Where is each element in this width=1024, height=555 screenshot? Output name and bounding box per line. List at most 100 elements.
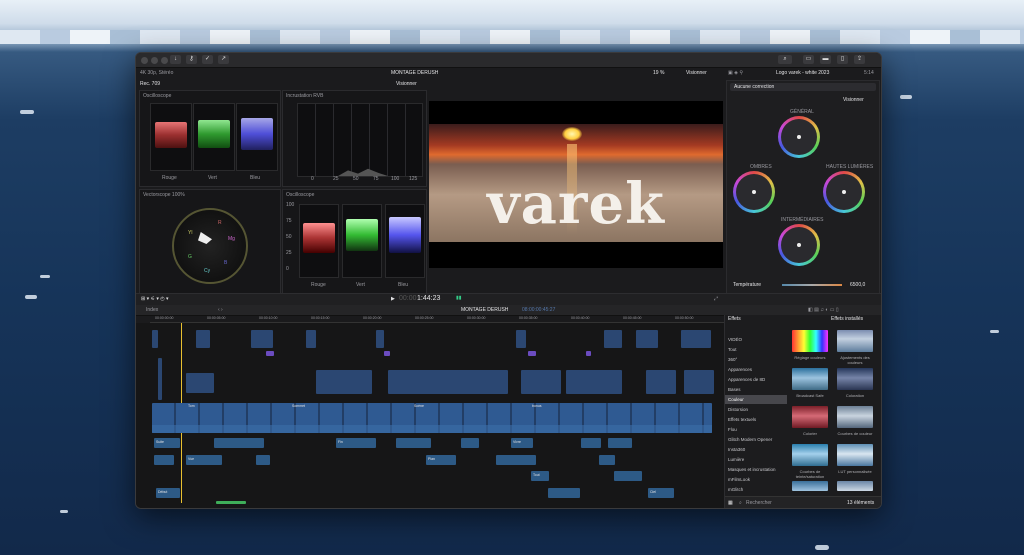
- connected-clip[interactable]: [251, 330, 273, 348]
- audio-clip[interactable]: [608, 438, 632, 448]
- connected-clip[interactable]: [604, 330, 622, 348]
- effect-category[interactable]: Effets textuels: [725, 415, 787, 424]
- effect-thumb[interactable]: [837, 444, 873, 466]
- timeline-tools-icons[interactable]: ◧ ▤ ♫ ◐ ▭ ▯: [808, 307, 839, 313]
- effect-category-selected[interactable]: Couleur: [725, 395, 787, 404]
- search-icon[interactable]: ⌕: [778, 55, 792, 64]
- audio-clip[interactable]: [599, 455, 615, 465]
- audio-clip[interactable]: Plan: [426, 455, 456, 465]
- effect-thumb[interactable]: [792, 368, 828, 390]
- connected-clip[interactable]: [152, 330, 158, 348]
- download-icon[interactable]: ↓: [170, 55, 181, 64]
- title-clip[interactable]: [384, 351, 390, 356]
- connected-clip[interactable]: [516, 330, 526, 348]
- timecode-display[interactable]: 1:44:23: [417, 295, 440, 302]
- effect-thumb[interactable]: [837, 481, 873, 491]
- effect-category[interactable]: Lumière: [725, 455, 787, 464]
- audio-clip[interactable]: [461, 438, 479, 448]
- correction-selector[interactable]: Aucune correction: [730, 83, 876, 91]
- audio-clip[interactable]: Vue: [186, 455, 222, 465]
- effect-thumb[interactable]: [837, 406, 873, 428]
- effect-category[interactable]: 360°: [725, 355, 787, 364]
- effect-category[interactable]: Glitch Modern Opener: [725, 435, 787, 444]
- effect-category[interactable]: VIDÉO: [725, 335, 787, 344]
- effect-category[interactable]: Distorsion: [725, 405, 787, 414]
- browser-toggle-icon[interactable]: ▭: [803, 55, 814, 64]
- back-forward-icons[interactable]: ‹ ›: [218, 307, 223, 313]
- effect-category[interactable]: Tout: [725, 345, 787, 354]
- effect-category[interactable]: mGlitch: [725, 485, 787, 494]
- share-export-icon[interactable]: ⇪: [854, 55, 865, 64]
- index-button[interactable]: Index: [146, 307, 158, 313]
- connected-clip[interactable]: [158, 358, 162, 400]
- audio-clip[interactable]: [548, 488, 580, 498]
- effect-category[interactable]: mFilmLook: [725, 475, 787, 484]
- timeline-ruler[interactable]: 00:00:00:00 00:00:05:00 00:00:10:00 00:0…: [150, 316, 724, 323]
- effect-thumb[interactable]: [837, 330, 873, 352]
- audio-clip[interactable]: [214, 438, 264, 448]
- audio-clip[interactable]: [581, 438, 601, 448]
- global-color-wheel[interactable]: [778, 116, 820, 158]
- music-clip[interactable]: [216, 501, 246, 504]
- effect-thumb[interactable]: [792, 406, 828, 428]
- effect-thumb-color-board[interactable]: [792, 330, 828, 352]
- timeline-project-name[interactable]: MONTAGE DERUSH: [461, 307, 508, 313]
- effect-category[interactable]: Bases: [725, 385, 787, 394]
- scopes-view-menu[interactable]: Visionner: [396, 81, 417, 87]
- effect-thumb[interactable]: [792, 444, 828, 466]
- audio-clip[interactable]: [496, 455, 536, 465]
- vectorscope-zoom[interactable]: 100%: [172, 192, 185, 198]
- audio-clip[interactable]: Ciel: [648, 488, 674, 498]
- title-clip[interactable]: [586, 351, 591, 356]
- inspector-view-menu[interactable]: Visionner: [843, 97, 864, 103]
- zoom-menu[interactable]: 19 %: [653, 70, 664, 76]
- minimize-window-button[interactable]: [151, 57, 158, 64]
- audio-clip[interactable]: Suite: [154, 438, 180, 448]
- audio-clip[interactable]: [396, 438, 431, 448]
- connected-clip[interactable]: [186, 373, 214, 393]
- title-clip[interactable]: [528, 351, 536, 356]
- audio-clip[interactable]: Début: [156, 488, 180, 498]
- connected-clip[interactable]: [376, 330, 384, 348]
- audio-clip[interactable]: Vivre: [511, 438, 533, 448]
- audio-clip[interactable]: [614, 471, 642, 481]
- temperature-value[interactable]: 6500,0: [850, 282, 865, 288]
- connected-clip[interactable]: [566, 370, 622, 394]
- zoom-window-button[interactable]: [161, 57, 168, 64]
- shadows-color-wheel[interactable]: [733, 171, 775, 213]
- effect-category[interactable]: Flou: [725, 425, 787, 434]
- connected-clip[interactable]: [684, 370, 714, 394]
- audio-clip[interactable]: Fin: [336, 438, 376, 448]
- midtones-color-wheel[interactable]: [778, 224, 820, 266]
- connected-clip[interactable]: [646, 370, 676, 394]
- audio-clip[interactable]: [154, 455, 174, 465]
- connected-clip[interactable]: [388, 370, 508, 394]
- timeline-tracks[interactable]: Tom Sommet Scène bonus Suite Fin Vivre V…: [136, 323, 724, 508]
- layout-tools-icon[interactable]: ⊞ ▾ ⚟ ▾ ◴ ▾: [141, 296, 169, 302]
- connected-clip[interactable]: [521, 370, 561, 394]
- browser-layout-icon[interactable]: ▦: [728, 500, 733, 506]
- effects-search-input[interactable]: Rechercher: [746, 500, 772, 506]
- connected-clip[interactable]: [636, 330, 658, 348]
- share-icon[interactable]: ↗: [218, 55, 229, 64]
- effect-category[interactable]: Apparences: [725, 365, 787, 374]
- primary-storyline[interactable]: Tom Sommet Scène bonus: [152, 403, 712, 433]
- close-window-button[interactable]: [141, 57, 148, 64]
- key-icon[interactable]: ⚷: [186, 55, 197, 64]
- play-button[interactable]: ▶: [391, 296, 395, 302]
- audio-clip[interactable]: Tout: [531, 471, 549, 481]
- effect-category[interactable]: Apparences de 8D: [725, 375, 787, 384]
- title-clip[interactable]: [266, 351, 274, 356]
- temperature-slider[interactable]: [782, 284, 842, 286]
- connected-clip[interactable]: [316, 370, 372, 394]
- inspector-toggle-icon[interactable]: ▯: [837, 55, 848, 64]
- check-icon[interactable]: ✓: [202, 55, 213, 64]
- video-viewer[interactable]: varek: [429, 101, 723, 268]
- inspector-icons[interactable]: ▣ ◈ ⚲: [728, 70, 743, 76]
- effect-category[interactable]: Masques et incrustation: [725, 465, 787, 474]
- connected-clip[interactable]: [306, 330, 316, 348]
- audio-clip[interactable]: [256, 455, 270, 465]
- effect-thumb[interactable]: [837, 368, 873, 390]
- effect-category[interactable]: Insta360: [725, 445, 787, 454]
- fullscreen-icon[interactable]: ⤢: [714, 296, 718, 302]
